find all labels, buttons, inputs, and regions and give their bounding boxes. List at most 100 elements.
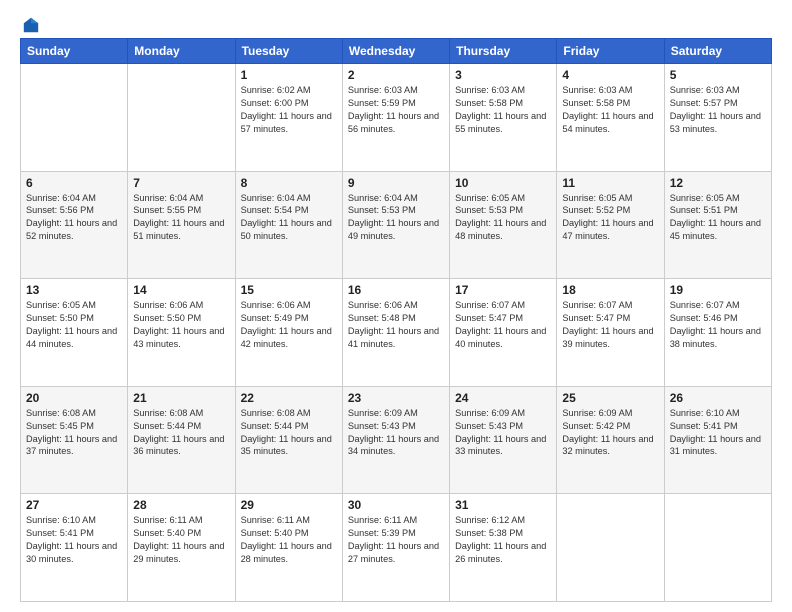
calendar-cell: 22 Sunrise: 6:08 AM Sunset: 5:44 PM Dayl… bbox=[235, 386, 342, 494]
day-info: Sunrise: 6:07 AM Sunset: 5:47 PM Dayligh… bbox=[455, 299, 551, 351]
day-number: 3 bbox=[455, 68, 551, 82]
day-number: 21 bbox=[133, 391, 229, 405]
calendar-cell: 26 Sunrise: 6:10 AM Sunset: 5:41 PM Dayl… bbox=[664, 386, 771, 494]
header bbox=[20, 16, 772, 30]
calendar-cell bbox=[557, 494, 664, 602]
day-info: Sunrise: 6:06 AM Sunset: 5:48 PM Dayligh… bbox=[348, 299, 444, 351]
day-number: 18 bbox=[562, 283, 658, 297]
day-number: 20 bbox=[26, 391, 122, 405]
calendar-cell: 1 Sunrise: 6:02 AM Sunset: 6:00 PM Dayli… bbox=[235, 64, 342, 172]
day-info: Sunrise: 6:06 AM Sunset: 5:49 PM Dayligh… bbox=[241, 299, 337, 351]
day-info: Sunrise: 6:07 AM Sunset: 5:46 PM Dayligh… bbox=[670, 299, 766, 351]
calendar-cell bbox=[128, 64, 235, 172]
calendar-cell: 21 Sunrise: 6:08 AM Sunset: 5:44 PM Dayl… bbox=[128, 386, 235, 494]
day-number: 11 bbox=[562, 176, 658, 190]
day-number: 4 bbox=[562, 68, 658, 82]
calendar-cell: 6 Sunrise: 6:04 AM Sunset: 5:56 PM Dayli… bbox=[21, 171, 128, 279]
weekday-header-thursday: Thursday bbox=[450, 39, 557, 64]
day-number: 10 bbox=[455, 176, 551, 190]
day-number: 12 bbox=[670, 176, 766, 190]
week-row-2: 6 Sunrise: 6:04 AM Sunset: 5:56 PM Dayli… bbox=[21, 171, 772, 279]
calendar-cell: 14 Sunrise: 6:06 AM Sunset: 5:50 PM Dayl… bbox=[128, 279, 235, 387]
calendar-cell: 31 Sunrise: 6:12 AM Sunset: 5:38 PM Dayl… bbox=[450, 494, 557, 602]
day-info: Sunrise: 6:11 AM Sunset: 5:39 PM Dayligh… bbox=[348, 514, 444, 566]
logo-icon bbox=[22, 16, 40, 34]
day-number: 25 bbox=[562, 391, 658, 405]
calendar-cell: 18 Sunrise: 6:07 AM Sunset: 5:47 PM Dayl… bbox=[557, 279, 664, 387]
calendar-cell: 27 Sunrise: 6:10 AM Sunset: 5:41 PM Dayl… bbox=[21, 494, 128, 602]
calendar-cell: 7 Sunrise: 6:04 AM Sunset: 5:55 PM Dayli… bbox=[128, 171, 235, 279]
weekday-header-row: SundayMondayTuesdayWednesdayThursdayFrid… bbox=[21, 39, 772, 64]
day-number: 29 bbox=[241, 498, 337, 512]
calendar-table: SundayMondayTuesdayWednesdayThursdayFrid… bbox=[20, 38, 772, 602]
day-info: Sunrise: 6:10 AM Sunset: 5:41 PM Dayligh… bbox=[670, 407, 766, 459]
week-row-3: 13 Sunrise: 6:05 AM Sunset: 5:50 PM Dayl… bbox=[21, 279, 772, 387]
calendar-cell: 9 Sunrise: 6:04 AM Sunset: 5:53 PM Dayli… bbox=[342, 171, 449, 279]
calendar-cell: 20 Sunrise: 6:08 AM Sunset: 5:45 PM Dayl… bbox=[21, 386, 128, 494]
day-info: Sunrise: 6:05 AM Sunset: 5:51 PM Dayligh… bbox=[670, 192, 766, 244]
day-info: Sunrise: 6:03 AM Sunset: 5:59 PM Dayligh… bbox=[348, 84, 444, 136]
day-info: Sunrise: 6:04 AM Sunset: 5:53 PM Dayligh… bbox=[348, 192, 444, 244]
logo-text bbox=[20, 16, 40, 34]
day-number: 24 bbox=[455, 391, 551, 405]
calendar-cell: 8 Sunrise: 6:04 AM Sunset: 5:54 PM Dayli… bbox=[235, 171, 342, 279]
day-info: Sunrise: 6:05 AM Sunset: 5:50 PM Dayligh… bbox=[26, 299, 122, 351]
calendar-cell: 5 Sunrise: 6:03 AM Sunset: 5:57 PM Dayli… bbox=[664, 64, 771, 172]
day-info: Sunrise: 6:08 AM Sunset: 5:44 PM Dayligh… bbox=[241, 407, 337, 459]
day-number: 23 bbox=[348, 391, 444, 405]
day-number: 26 bbox=[670, 391, 766, 405]
day-number: 13 bbox=[26, 283, 122, 297]
calendar-cell: 13 Sunrise: 6:05 AM Sunset: 5:50 PM Dayl… bbox=[21, 279, 128, 387]
day-info: Sunrise: 6:10 AM Sunset: 5:41 PM Dayligh… bbox=[26, 514, 122, 566]
day-number: 17 bbox=[455, 283, 551, 297]
weekday-header-friday: Friday bbox=[557, 39, 664, 64]
day-number: 28 bbox=[133, 498, 229, 512]
day-info: Sunrise: 6:02 AM Sunset: 6:00 PM Dayligh… bbox=[241, 84, 337, 136]
calendar-cell: 10 Sunrise: 6:05 AM Sunset: 5:53 PM Dayl… bbox=[450, 171, 557, 279]
weekday-header-wednesday: Wednesday bbox=[342, 39, 449, 64]
day-info: Sunrise: 6:04 AM Sunset: 5:54 PM Dayligh… bbox=[241, 192, 337, 244]
calendar-cell: 28 Sunrise: 6:11 AM Sunset: 5:40 PM Dayl… bbox=[128, 494, 235, 602]
day-info: Sunrise: 6:05 AM Sunset: 5:53 PM Dayligh… bbox=[455, 192, 551, 244]
day-info: Sunrise: 6:08 AM Sunset: 5:44 PM Dayligh… bbox=[133, 407, 229, 459]
day-info: Sunrise: 6:03 AM Sunset: 5:58 PM Dayligh… bbox=[455, 84, 551, 136]
week-row-4: 20 Sunrise: 6:08 AM Sunset: 5:45 PM Dayl… bbox=[21, 386, 772, 494]
day-number: 30 bbox=[348, 498, 444, 512]
day-info: Sunrise: 6:09 AM Sunset: 5:43 PM Dayligh… bbox=[348, 407, 444, 459]
day-number: 22 bbox=[241, 391, 337, 405]
day-number: 6 bbox=[26, 176, 122, 190]
calendar-cell: 2 Sunrise: 6:03 AM Sunset: 5:59 PM Dayli… bbox=[342, 64, 449, 172]
calendar-cell: 3 Sunrise: 6:03 AM Sunset: 5:58 PM Dayli… bbox=[450, 64, 557, 172]
day-info: Sunrise: 6:04 AM Sunset: 5:56 PM Dayligh… bbox=[26, 192, 122, 244]
day-info: Sunrise: 6:03 AM Sunset: 5:57 PM Dayligh… bbox=[670, 84, 766, 136]
calendar-cell: 16 Sunrise: 6:06 AM Sunset: 5:48 PM Dayl… bbox=[342, 279, 449, 387]
week-row-5: 27 Sunrise: 6:10 AM Sunset: 5:41 PM Dayl… bbox=[21, 494, 772, 602]
day-info: Sunrise: 6:05 AM Sunset: 5:52 PM Dayligh… bbox=[562, 192, 658, 244]
weekday-header-saturday: Saturday bbox=[664, 39, 771, 64]
day-number: 1 bbox=[241, 68, 337, 82]
day-number: 5 bbox=[670, 68, 766, 82]
weekday-header-tuesday: Tuesday bbox=[235, 39, 342, 64]
weekday-header-monday: Monday bbox=[128, 39, 235, 64]
day-number: 8 bbox=[241, 176, 337, 190]
calendar-cell bbox=[21, 64, 128, 172]
day-number: 14 bbox=[133, 283, 229, 297]
day-number: 7 bbox=[133, 176, 229, 190]
day-info: Sunrise: 6:09 AM Sunset: 5:42 PM Dayligh… bbox=[562, 407, 658, 459]
calendar-cell: 12 Sunrise: 6:05 AM Sunset: 5:51 PM Dayl… bbox=[664, 171, 771, 279]
day-number: 19 bbox=[670, 283, 766, 297]
day-info: Sunrise: 6:08 AM Sunset: 5:45 PM Dayligh… bbox=[26, 407, 122, 459]
calendar-cell: 15 Sunrise: 6:06 AM Sunset: 5:49 PM Dayl… bbox=[235, 279, 342, 387]
day-info: Sunrise: 6:04 AM Sunset: 5:55 PM Dayligh… bbox=[133, 192, 229, 244]
logo bbox=[20, 16, 40, 30]
calendar-cell: 25 Sunrise: 6:09 AM Sunset: 5:42 PM Dayl… bbox=[557, 386, 664, 494]
page: SundayMondayTuesdayWednesdayThursdayFrid… bbox=[0, 0, 792, 612]
day-info: Sunrise: 6:12 AM Sunset: 5:38 PM Dayligh… bbox=[455, 514, 551, 566]
calendar-cell bbox=[664, 494, 771, 602]
calendar-cell: 17 Sunrise: 6:07 AM Sunset: 5:47 PM Dayl… bbox=[450, 279, 557, 387]
day-number: 2 bbox=[348, 68, 444, 82]
day-info: Sunrise: 6:09 AM Sunset: 5:43 PM Dayligh… bbox=[455, 407, 551, 459]
calendar-cell: 30 Sunrise: 6:11 AM Sunset: 5:39 PM Dayl… bbox=[342, 494, 449, 602]
day-number: 9 bbox=[348, 176, 444, 190]
weekday-header-sunday: Sunday bbox=[21, 39, 128, 64]
